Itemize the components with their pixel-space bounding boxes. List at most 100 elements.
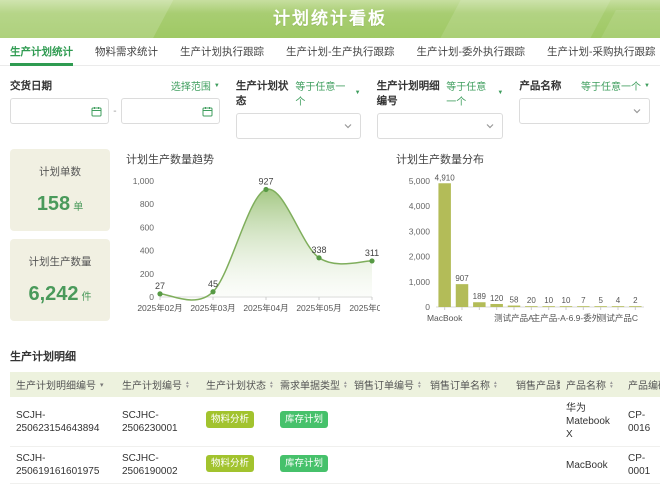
stat-card-title: 计划单数	[39, 164, 81, 179]
bar-value-label: 120	[490, 294, 504, 303]
calendar-icon	[91, 106, 102, 117]
sort-desc-icon: ▾	[270, 385, 273, 389]
filter-label: 生产计划状态	[236, 78, 296, 108]
y-axis-tick-label: 400	[140, 246, 154, 256]
tab-3[interactable]: 生产计划执行跟踪	[180, 44, 264, 65]
bar	[629, 306, 641, 307]
x-axis-tick-label: 测试产品C	[598, 313, 638, 323]
filter-operator-button[interactable]: 等于任意一个▼	[581, 78, 650, 93]
cell-sales_order_name	[424, 447, 510, 484]
bar	[577, 306, 589, 307]
x-axis-tick-label: 2025年05月	[296, 303, 341, 313]
page-header-banner: 计划统计看板	[0, 0, 660, 38]
sort-desc-icon: ▾	[186, 385, 189, 389]
column-header-label: 产品编码	[628, 377, 660, 392]
chevron-down-icon	[343, 121, 353, 131]
filter-select[interactable]	[377, 113, 504, 139]
column-header-detail_no: 生产计划明细编号▾	[10, 372, 116, 397]
stat-card-2: 计划生产数量6,242件	[10, 239, 110, 321]
filter-group-2: 生产计划状态等于任意一个▼	[236, 78, 361, 139]
sort-desc-icon[interactable]: ▾	[100, 381, 104, 389]
stat-card-value: 6,242件	[28, 283, 91, 306]
bar-value-label: 4,910	[435, 173, 456, 182]
sort-icon[interactable]: ▴▾	[270, 381, 273, 389]
sort-icon[interactable]: ▴▾	[344, 381, 347, 389]
trend-chart-card: 计划生产数量趋势 02004006008001,000272025年02月452…	[122, 149, 380, 336]
cell-plan_no: SCJHC-2506190002	[116, 447, 200, 484]
stat-card-unit: 件	[82, 292, 92, 303]
x-axis-tick-label: 主产品-A-6.9-委外	[532, 313, 601, 323]
x-axis-tick-label: 2025年03月	[190, 303, 235, 313]
sort-desc-icon: ▾	[610, 385, 613, 389]
filter-label: 生产计划明细编号	[377, 78, 447, 108]
filter-select[interactable]	[236, 113, 361, 139]
status-badge: 物料分析	[206, 411, 254, 428]
column-header-sales_order_no: 销售订单编号 ▴▾	[348, 372, 424, 397]
distribution-chart-card: 计划生产数量分布 01,0002,0003,0004,0005,0004,910…	[392, 149, 650, 336]
bar	[612, 306, 624, 307]
bar-value-label: 189	[473, 292, 487, 301]
dropdown-triangle-icon: ▼	[214, 83, 220, 89]
bar	[508, 306, 520, 307]
dropdown-triangle-icon: ▼	[497, 90, 503, 96]
column-header-label: 生产计划编号	[122, 377, 182, 392]
table-body: SCJH-250623154643894SCJHC-2506230001物料分析…	[10, 397, 660, 484]
y-axis-tick-label: 0	[425, 302, 430, 312]
y-axis-tick-label: 1,000	[409, 277, 431, 287]
sort-icon[interactable]: ▴▾	[494, 381, 497, 389]
filter-bar: 交货日期选择范围▼-生产计划状态等于任意一个▼生产计划明细编号等于任意一个▼产品…	[0, 66, 660, 139]
tab-2[interactable]: 物料需求统计	[95, 44, 158, 65]
column-header-product_code: 产品编码	[622, 372, 660, 397]
column-header-sales_qty: 销售产品数量▴▾	[510, 372, 560, 397]
data-point	[157, 291, 162, 296]
y-axis-tick-label: 5,000	[409, 176, 431, 186]
filter-group-1: 交货日期选择范围▼-	[10, 78, 220, 139]
bar	[490, 304, 502, 307]
dropdown-triangle-icon: ▼	[355, 90, 361, 96]
filter-select[interactable]	[519, 98, 650, 124]
tab-6[interactable]: 生产计划-采购执行跟踪	[547, 44, 656, 65]
filter-operator-button[interactable]: 等于任意一个▼	[295, 78, 360, 108]
filter-label: 产品名称	[519, 78, 561, 93]
bar-value-label: 10	[562, 296, 571, 305]
bar	[438, 183, 450, 307]
y-axis-tick-label: 200	[140, 269, 154, 279]
date-start-input[interactable]	[10, 98, 109, 124]
table-row: SCJH-250623154643894SCJHC-2506230001物料分析…	[10, 397, 660, 447]
cell-status: 物料分析	[200, 447, 274, 484]
bar-value-label: 907	[455, 274, 469, 283]
status-badge: 库存计划	[280, 455, 328, 472]
sort-icon[interactable]: ▴▾	[418, 381, 421, 389]
bar	[525, 306, 537, 307]
cell-demand_type: 库存计划	[274, 447, 348, 484]
column-header-label: 生产计划状态	[206, 377, 266, 392]
x-axis-tick-label: 2025年04月	[243, 303, 288, 313]
data-point-label: 338	[311, 245, 326, 255]
column-header-status: 生产计划状态 ▴▾	[200, 372, 274, 397]
x-axis-tick-label: 测试产品A	[494, 313, 534, 323]
tab-1[interactable]: 生产计划统计	[10, 44, 73, 65]
column-header-plan_no: 生产计划编号 ▴▾	[116, 372, 200, 397]
y-axis-tick-label: 3,000	[409, 226, 431, 236]
y-axis-tick-label: 1,000	[133, 176, 155, 186]
tab-bar: 生产计划统计 物料需求统计 生产计划执行跟踪 生产计划-生产执行跟踪 生产计划-委外执行…	[0, 42, 660, 66]
cell-demand_type: 库存计划	[274, 397, 348, 447]
data-point	[316, 255, 321, 260]
y-axis-tick-label: 4,000	[409, 201, 431, 211]
y-axis-tick-label: 600	[140, 222, 154, 232]
sort-icon[interactable]: ▴▾	[610, 381, 613, 389]
filter-label: 交货日期	[10, 78, 52, 93]
y-axis-tick-label: 0	[149, 292, 154, 302]
sort-icon[interactable]: ▴▾	[186, 381, 189, 389]
column-header-label: 销售订单编号	[354, 377, 414, 392]
filter-operator-button[interactable]: 选择范围▼	[171, 78, 220, 93]
cell-product_code: CP-0001	[622, 447, 660, 484]
tab-4[interactable]: 生产计划-生产执行跟踪	[286, 44, 395, 65]
data-point-label: 927	[258, 176, 273, 186]
sort-desc-icon: ▾	[344, 385, 347, 389]
filter-operator-button[interactable]: 等于任意一个▼	[446, 78, 503, 108]
bar-value-label: 58	[510, 296, 519, 305]
tab-5[interactable]: 生产计划-委外执行跟踪	[417, 44, 526, 65]
table-section-title: 生产计划明细	[10, 348, 650, 364]
date-end-input[interactable]	[121, 98, 220, 124]
